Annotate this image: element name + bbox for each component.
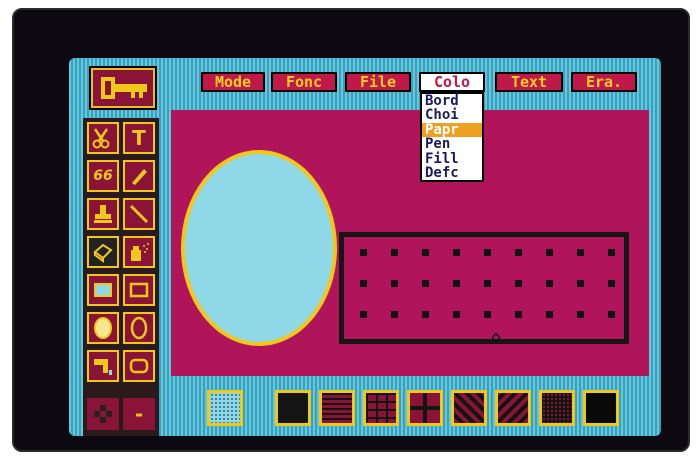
drawing-canvas[interactable]: ⌂ <box>171 110 649 376</box>
dot <box>422 249 429 256</box>
dot <box>391 249 398 256</box>
minus-icon[interactable]: - <box>123 398 155 430</box>
pattern-swatch-checker[interactable] <box>539 390 575 426</box>
dot <box>608 311 615 318</box>
text-tool-icon[interactable]: T <box>123 122 155 154</box>
ellipse-outline-icon[interactable] <box>123 312 155 344</box>
filled-ellipse-icon[interactable] <box>87 312 119 344</box>
dot <box>608 249 615 256</box>
pencil-icon[interactable] <box>123 160 155 192</box>
dot <box>577 311 584 318</box>
dot <box>360 311 367 318</box>
colour-menu-item-bord[interactable]: Bord <box>422 94 482 108</box>
menu-fonc[interactable]: Fonc <box>271 72 337 92</box>
dot <box>360 280 367 287</box>
pattern-swatch-diagonal[interactable] <box>451 390 487 426</box>
menu-era[interactable]: Era. <box>571 72 637 92</box>
line-tool-icon[interactable] <box>123 198 155 230</box>
stamp-icon[interactable] <box>87 198 119 230</box>
drawn-rectangle <box>339 232 629 344</box>
minus-glyph: - <box>134 402 144 426</box>
colour-menu-item-papr[interactable]: Papr <box>422 123 482 138</box>
glasses-icon[interactable]: 66 <box>87 160 119 192</box>
dot <box>515 249 522 256</box>
monitor-bezel: T 66 - Mode Fonc File Colo Text Era. ⌂ B… <box>12 8 690 452</box>
colour-menu-item-choi[interactable]: Choi <box>422 108 482 122</box>
dot <box>422 311 429 318</box>
pattern-swatch-horizontal-lines[interactable] <box>319 390 355 426</box>
drawn-ellipse <box>181 150 337 346</box>
rectangle-outline-icon[interactable] <box>123 274 155 306</box>
menu-file[interactable]: File <box>345 72 411 92</box>
dot <box>484 249 491 256</box>
colour-dropdown: Bord Choi Papr Pen Fill Defc <box>420 92 484 182</box>
dot <box>515 311 522 318</box>
pattern-swatch-weave[interactable] <box>407 390 443 426</box>
pattern-swatch-solid[interactable] <box>275 390 311 426</box>
dot <box>391 311 398 318</box>
brush-size-icon[interactable] <box>87 398 119 430</box>
dot <box>391 280 398 287</box>
dot <box>608 280 615 287</box>
pattern-swatch-light-dots[interactable] <box>207 390 243 426</box>
text-tool-glyph: T <box>132 126 146 150</box>
pattern-swatch-diagonal-alt[interactable] <box>495 390 531 426</box>
pattern-swatch-bricks[interactable] <box>363 390 399 426</box>
colour-menu-item-pen[interactable]: Pen <box>422 137 482 151</box>
colour-menu-item-defc[interactable]: Defc <box>422 166 482 180</box>
paint-bucket-icon[interactable] <box>87 350 119 382</box>
crt-screen: T 66 - Mode Fonc File Colo Text Era. ⌂ B… <box>69 58 661 436</box>
spray-can-icon[interactable] <box>123 236 155 268</box>
app-logo <box>89 66 157 110</box>
dot <box>484 311 491 318</box>
dot <box>484 280 491 287</box>
pattern-palette <box>193 390 633 430</box>
tool-palette: T 66 - <box>83 118 159 436</box>
dot <box>453 280 460 287</box>
dot <box>577 249 584 256</box>
dot <box>546 280 553 287</box>
colour-menu-item-fill[interactable]: Fill <box>422 151 482 166</box>
dot <box>577 280 584 287</box>
dot <box>422 280 429 287</box>
menu-text[interactable]: Text <box>495 72 563 92</box>
dot <box>546 311 553 318</box>
mouse-cursor-icon: ⌂ <box>491 327 501 346</box>
dot <box>546 249 553 256</box>
pattern-swatch-solid-black[interactable] <box>583 390 619 426</box>
eraser-icon[interactable] <box>87 236 119 268</box>
dot <box>453 311 460 318</box>
glasses-glyph: 66 <box>93 168 113 184</box>
key-icon <box>101 77 147 99</box>
rounded-rectangle-icon[interactable] <box>123 350 155 382</box>
dot <box>453 249 460 256</box>
dot <box>515 280 522 287</box>
filled-rectangle-icon[interactable] <box>87 274 119 306</box>
dot <box>360 249 367 256</box>
scissors-icon[interactable] <box>87 122 119 154</box>
menu-colo[interactable]: Colo <box>419 72 485 92</box>
menu-mode[interactable]: Mode <box>201 72 265 92</box>
